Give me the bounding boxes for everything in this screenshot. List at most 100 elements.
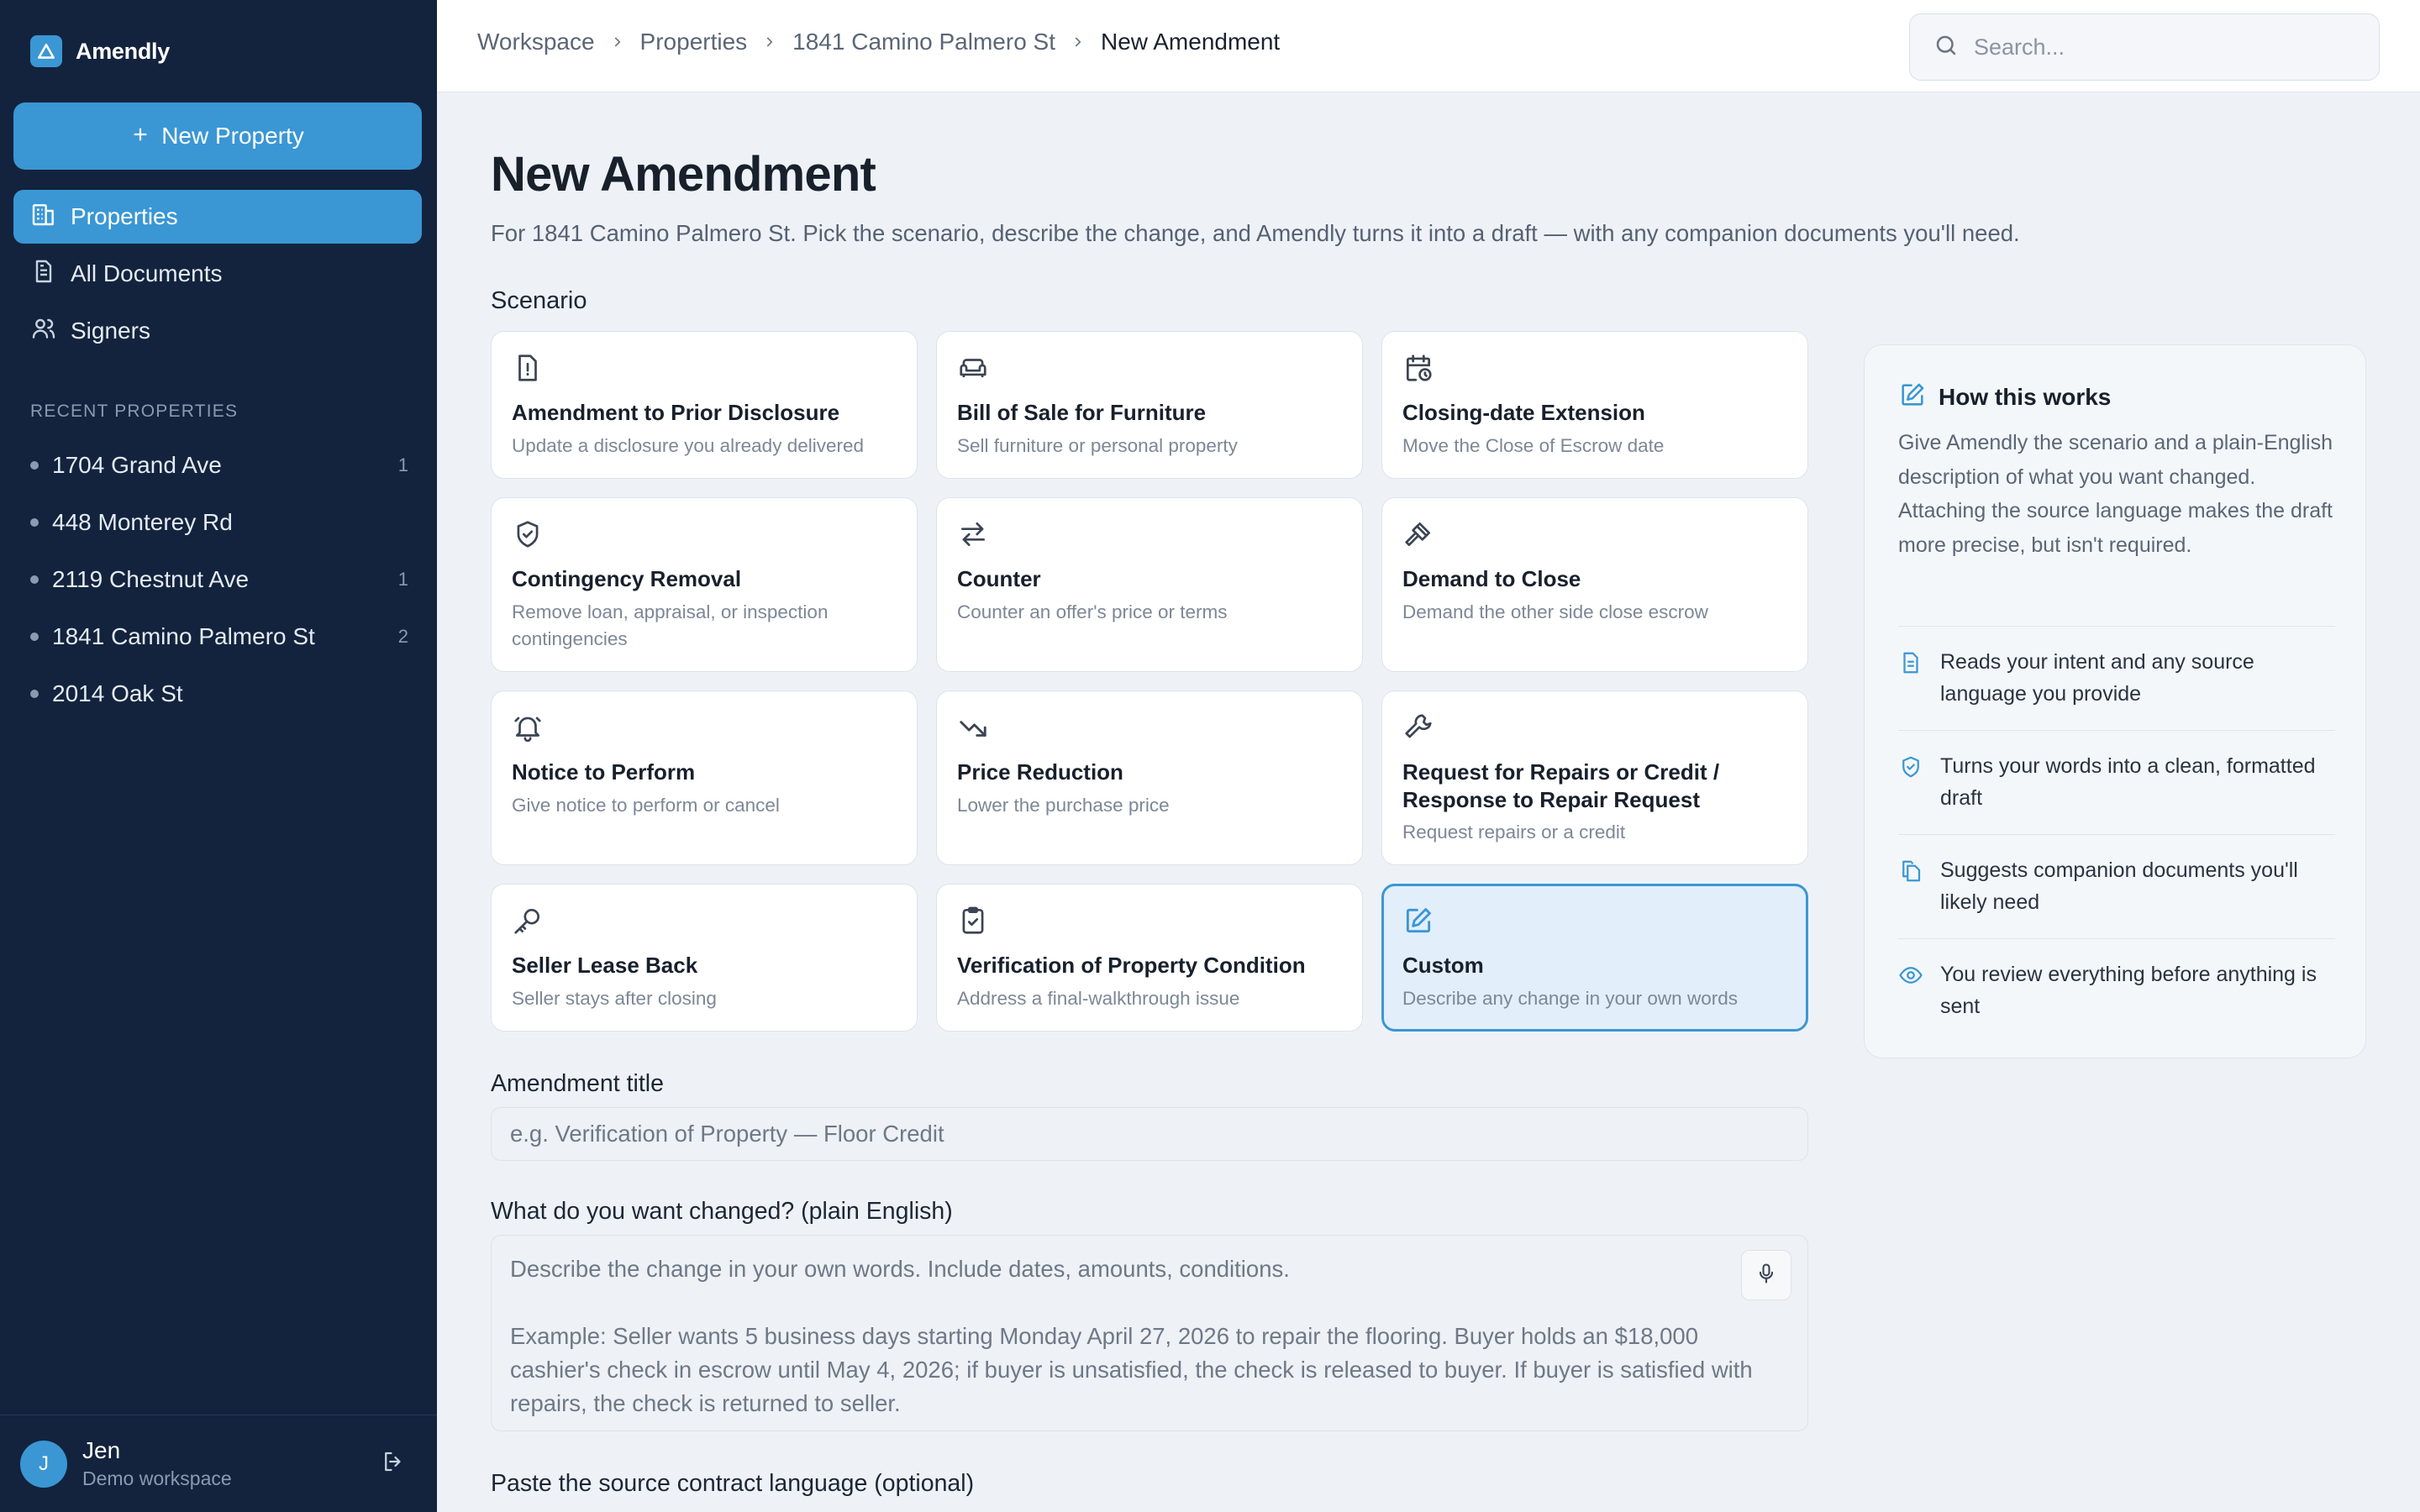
recent-property-item[interactable]: 2119 Chestnut Ave 1 [30,551,408,608]
change-description-textarea[interactable]: Describe the change in your own words. I… [491,1235,1808,1431]
chevron-right-icon [1071,34,1086,50]
sidebar-item-label: Signers [71,318,150,344]
scenario-card-bill-of-sale[interactable]: Bill of Sale for Furniture Sell furnitur… [936,331,1363,479]
scenario-card-request-for-repairs[interactable]: Request for Repairs or Credit / Response… [1381,690,1808,865]
scenario-title: Request for Repairs or Credit / Response… [1402,759,1720,812]
microphone-icon [1754,1262,1778,1289]
how-step-text: Turns your words into a clean, formatted… [1940,754,2316,810]
recent-property-name: 2119 Chestnut Ave [52,566,250,592]
sidebar-item-properties[interactable]: Properties [13,190,422,244]
user-name: Jen [82,1437,121,1463]
bell-icon [512,711,544,743]
bullet-icon [30,633,39,641]
amendment-title-input[interactable] [491,1107,1808,1161]
eye-icon [1898,959,1923,992]
scenario-card-closing-date-extension[interactable]: Closing-date Extension Move the Close of… [1381,331,1808,479]
scenario-card-custom[interactable]: Custom Describe any change in your own w… [1381,884,1808,1032]
scenario-desc: Update a disclosure you already delivere… [512,435,864,456]
recent-property-name: 1704 Grand Ave [52,452,222,478]
arrows-swap-icon [957,518,989,550]
scenario-desc: Request repairs or a credit [1402,822,1626,843]
scenario-desc: Counter an offer's price or terms [957,601,1228,622]
how-step-text: Reads your intent and any source languag… [1940,650,2254,706]
recent-property-name: 1841 Camino Palmero St [52,623,315,649]
key-icon [512,905,544,937]
recent-properties-header: RECENT PROPERTIES [30,402,239,421]
scenario-card-seller-lease-back[interactable]: Seller Lease Back Seller stays after clo… [491,884,918,1032]
chevron-right-icon [762,34,777,50]
scenario-desc: Lower the purchase price [957,795,1170,816]
change-description-label: What do you want changed? (plain English… [491,1198,953,1225]
document-icon [1898,647,1923,680]
recent-property-item[interactable]: 2014 Oak St [30,665,408,722]
sidebar-item-all-documents[interactable]: All Documents [13,247,422,301]
scenario-desc: Remove loan, appraisal, or inspection co… [512,601,829,649]
how-steps-list: Reads your intent and any source languag… [1898,626,2335,1042]
recent-property-item[interactable]: 1841 Camino Palmero St 2 [30,608,408,665]
recent-properties-list: 1704 Grand Ave 1 448 Monterey Rd 2119 Ch… [30,437,408,722]
how-step: Turns your words into a clean, formatted… [1898,730,2335,834]
avatar[interactable]: J [20,1440,67,1488]
pencil-square-icon [1402,905,1434,937]
page-subtitle: For 1841 Camino Palmero St. Pick the sce… [491,220,2020,246]
copy-icon [1898,855,1923,888]
how-step: You review everything before anything is… [1898,938,2335,1042]
bullet-icon [30,575,39,584]
voice-input-button[interactable] [1741,1250,1791,1300]
source-language-label: Paste the source contract language (opti… [491,1470,975,1497]
sidebar-item-label: All Documents [71,260,223,286]
chevron-right-icon [610,34,625,50]
how-step: Reads your intent and any source languag… [1898,626,2335,730]
recent-property-count: 1 [397,454,408,475]
scenario-card-price-reduction[interactable]: Price Reduction Lower the purchase price [936,690,1363,865]
scenario-card-counter[interactable]: Counter Counter an offer's price or term… [936,497,1363,672]
breadcrumb-property[interactable]: 1841 Camino Palmero St [792,29,1055,55]
shield-check-icon [1898,751,1923,784]
logout-button[interactable] [375,1446,412,1483]
bullet-icon [30,690,39,698]
user-panel: J Jen Demo workspace [0,1415,437,1512]
scenario-title: Demand to Close [1402,566,1581,591]
sidebar-nav: Properties All Documents Signers [13,190,422,361]
logout-icon [381,1449,406,1478]
amendly-logo-icon [30,35,62,67]
scenario-desc: Address a final-walkthrough issue [957,988,1240,1009]
new-property-label: New Property [161,123,304,149]
sidebar-item-label: Properties [71,203,178,229]
topbar: Workspace Properties 1841 Camino Palmero… [437,0,2420,92]
new-property-button[interactable]: New Property [13,102,422,170]
recent-property-item[interactable]: 1704 Grand Ave 1 [30,437,408,494]
scenario-desc: Seller stays after closing [512,988,717,1009]
recent-property-item[interactable]: 448 Monterey Rd [30,494,408,551]
calendar-clock-icon [1402,352,1434,384]
scenario-card-demand-to-close[interactable]: Demand to Close Demand the other side cl… [1381,497,1808,672]
recent-property-count: 1 [397,569,408,590]
wrench-icon [1402,711,1434,743]
page-title: New Amendment [491,147,876,202]
how-this-works-panel: How this works Give Amendly the scenario… [1864,344,2366,1058]
scenario-desc: Describe any change in your own words [1402,988,1738,1009]
how-step-text: You review everything before anything is… [1940,963,2317,1018]
scenario-card-amendment-prior-disclosure[interactable]: Amendment to Prior Disclosure Update a d… [491,331,918,479]
user-workspace: Demo workspace [82,1467,232,1489]
scenario-card-verification-property-condition[interactable]: Verification of Property Condition Addre… [936,884,1363,1032]
sidebar-item-signers[interactable]: Signers [13,304,422,358]
sidebar: Amendly New Property Properties All Docu… [0,0,437,1512]
scenario-desc: Demand the other side close escrow [1402,601,1708,622]
scenario-title: Contingency Removal [512,566,742,591]
scenario-title: Price Reduction [957,759,1123,785]
search-input[interactable] [1974,34,2344,60]
scenario-label: Scenario [491,287,587,314]
scenario-desc: Give notice to perform or cancel [512,795,780,816]
breadcrumb-properties[interactable]: Properties [640,29,748,55]
how-body: Give Amendly the scenario and a plain-En… [1898,431,2333,557]
scenario-card-notice-to-perform[interactable]: Notice to Perform Give notice to perform… [491,690,918,865]
brand[interactable]: Amendly [30,35,170,67]
search-icon [1933,33,1959,62]
scenario-card-contingency-removal[interactable]: Contingency Removal Remove loan, apprais… [491,497,918,672]
how-step: Suggests companion documents you'll like… [1898,834,2335,938]
scenario-desc: Sell furniture or personal property [957,435,1238,456]
bullet-icon [30,461,39,470]
breadcrumb-workspace[interactable]: Workspace [477,29,595,55]
sofa-icon [957,352,989,384]
